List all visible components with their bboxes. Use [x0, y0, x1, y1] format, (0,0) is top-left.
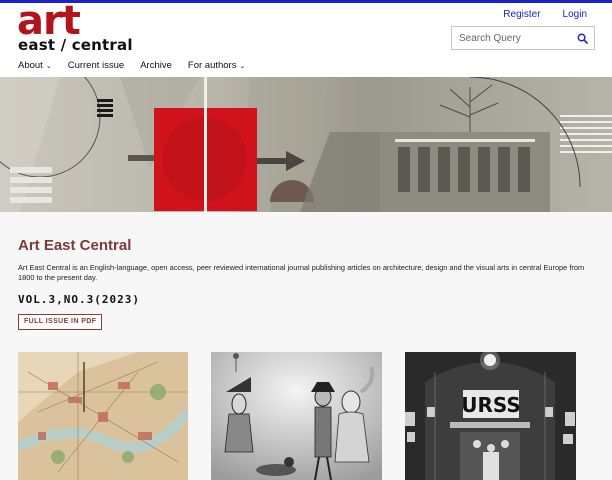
register-link[interactable]: Register	[503, 9, 540, 20]
issue-label[interactable]: VOL.3,NO.3(2023)	[18, 293, 140, 306]
search-box	[451, 26, 595, 50]
nav-current-issue[interactable]: Current issue	[68, 60, 125, 71]
full-issue-pdf-button[interactable]: FULL ISSUE IN PDF	[18, 314, 103, 330]
user-links: Register Login	[503, 9, 587, 20]
article-cover-puppets[interactable]	[211, 352, 382, 480]
site-header: art east / central Register Login About …	[0, 1, 612, 77]
chevron-down-icon: ⌄	[45, 62, 52, 70]
nav-about-label: About	[18, 60, 43, 71]
nav-current-issue-label: Current issue	[67, 60, 125, 71]
article-cover-map[interactable]	[18, 352, 188, 480]
urss-sign-text: URSS	[461, 393, 521, 417]
nav-archive-label: Archive	[140, 60, 172, 71]
search-icon[interactable]	[577, 33, 588, 44]
logo-art[interactable]: art	[17, 1, 81, 41]
nav-archive[interactable]: Archive	[140, 60, 172, 71]
nav-for-authors-label: For authors	[187, 60, 237, 71]
nav-about[interactable]: About ⌄	[18, 60, 52, 71]
urss-pavilion-photo-icon: URSS	[405, 352, 576, 480]
journal-title: Art East Central	[18, 237, 132, 254]
puppets-photo-icon	[211, 352, 382, 480]
hero-banner	[0, 77, 612, 212]
logo-east-central[interactable]: east / central	[18, 37, 133, 53]
chevron-down-icon: ⌄	[239, 62, 246, 70]
nav-for-authors[interactable]: For authors ⌄	[188, 60, 245, 71]
map-image-icon	[18, 352, 188, 480]
article-cover-urss[interactable]: URSS	[405, 352, 576, 480]
hero-collage-image	[0, 77, 612, 212]
journal-description: Art East Central is an English-language,…	[18, 263, 585, 282]
main-content: Art East Central Art East Central is an …	[0, 212, 612, 480]
main-nav: About ⌄ Current issue Archive For author…	[18, 60, 261, 71]
login-link[interactable]: Login	[563, 9, 587, 20]
search-input[interactable]	[452, 27, 570, 49]
